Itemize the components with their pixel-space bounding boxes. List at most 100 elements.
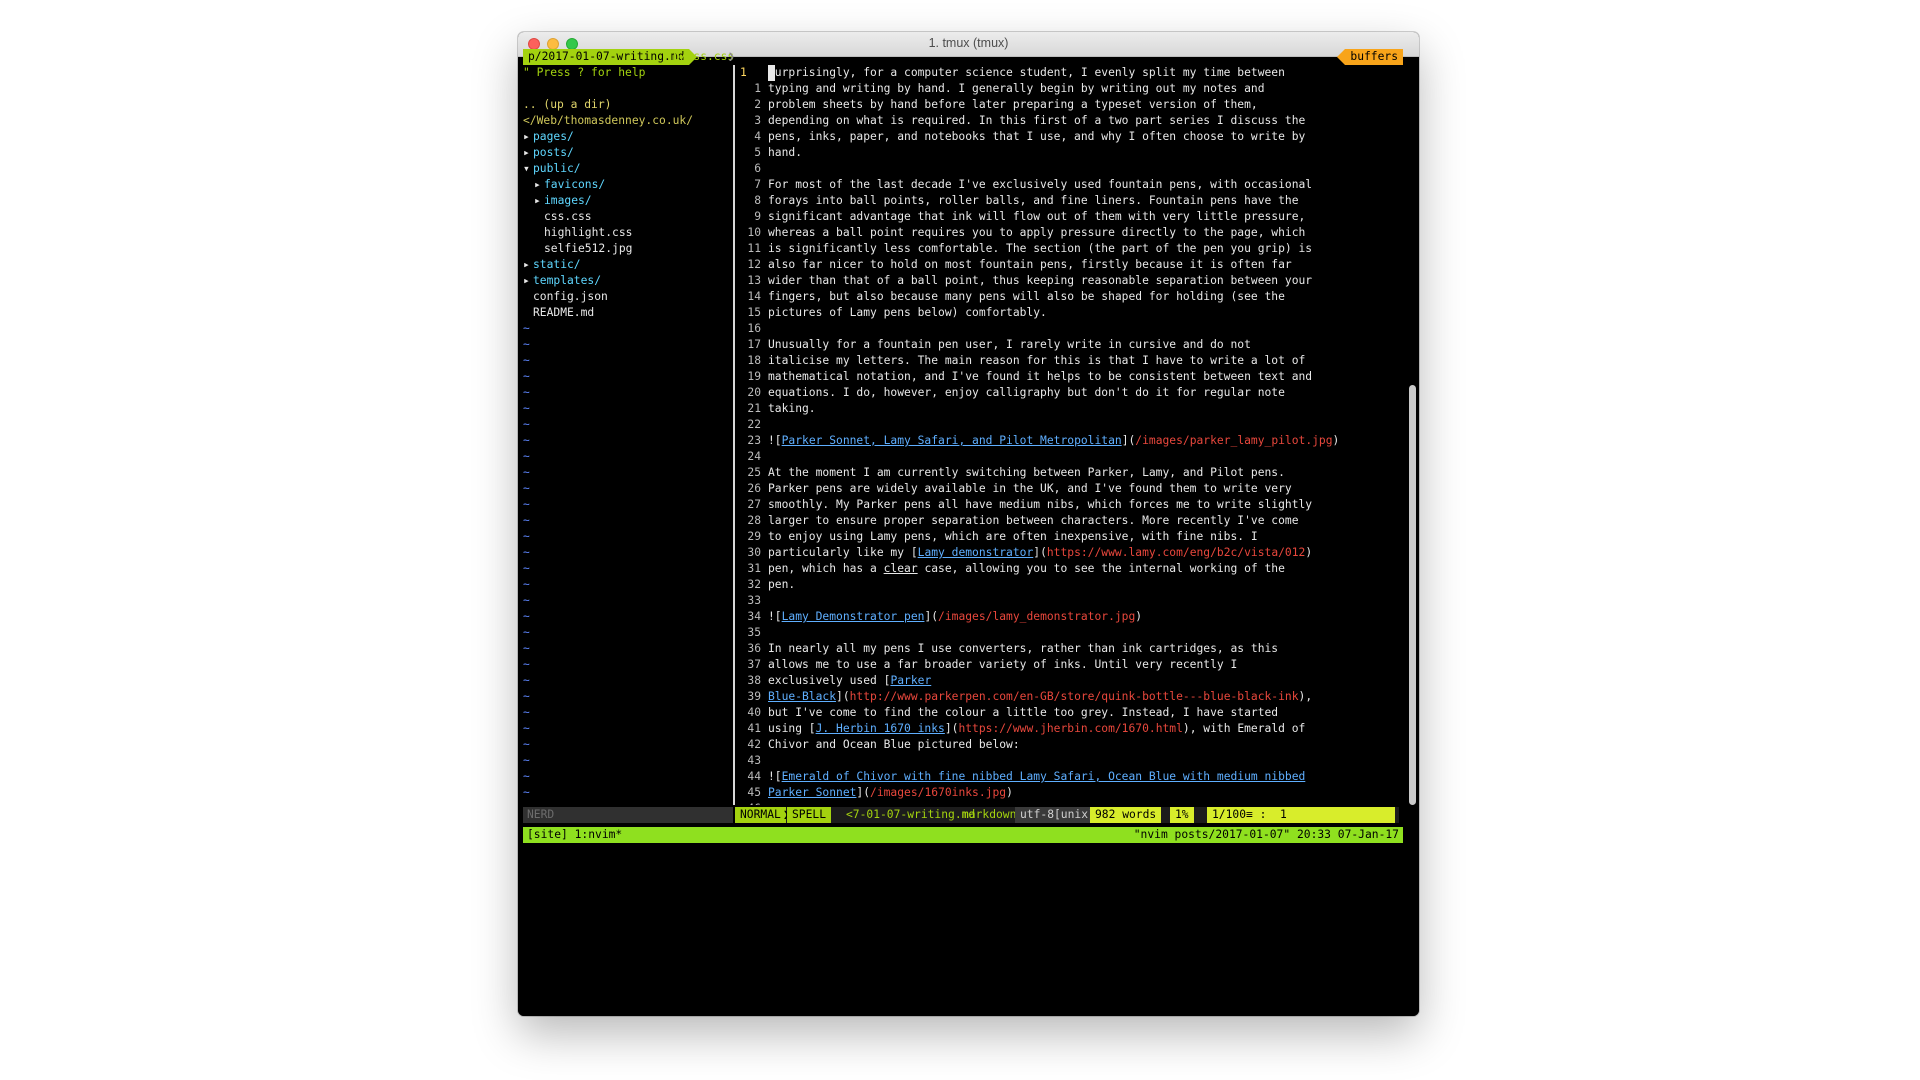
line-number: 28 — [747, 514, 761, 527]
text-line[interactable]: In nearly all my pens I use converters, … — [768, 641, 1278, 657]
markdown-url[interactable]: https://www.jherbin.com/1670.html — [958, 722, 1182, 735]
empty-line-marker: ~ — [523, 562, 530, 575]
text-line[interactable]: ![Emerald of Chivor with fine nibbed Lam… — [768, 769, 1305, 785]
text-line[interactable]: ![Lamy Demonstrator pen](/images/lamy_de… — [768, 609, 1142, 625]
tree-file[interactable]: css.css — [534, 209, 592, 225]
text-line[interactable]: ![Parker Sonnet, Lamy Safari, and Pilot … — [768, 433, 1339, 449]
text-line[interactable]: pictures of Lamy pens below) comfortably… — [768, 305, 1047, 321]
text-line[interactable]: allows me to use a far broader variety o… — [768, 657, 1237, 673]
markdown-link-text[interactable]: Parker — [890, 674, 931, 687]
line-number: 44 — [747, 770, 761, 783]
misspelled-word[interactable]: clear — [884, 562, 918, 575]
terminal-area[interactable]: p/2017-01-07-writing.md p/css.css ❯ buff… — [518, 49, 1419, 1016]
tree-folder[interactable]: ▸ static/ — [523, 257, 581, 273]
text-line[interactable]: exclusively used [Parker — [768, 673, 931, 689]
tree-file[interactable]: selfie512.jpg — [534, 241, 632, 257]
text-line[interactable]: whereas a ball point requires you to app… — [768, 225, 1305, 241]
empty-line-marker: ~ — [523, 402, 530, 415]
markdown-link-text[interactable]: Blue-Black — [768, 690, 836, 703]
text-line[interactable]: is significantly less comfortable. The s… — [768, 241, 1312, 257]
markdown-url[interactable]: /images/parker_lamy_pilot.jpg — [1135, 434, 1332, 447]
text-line[interactable]: Parker Sonnet](/images/1670inks.jpg) — [768, 785, 1013, 801]
text-line[interactable]: typing and writing by hand. I generally … — [768, 81, 1265, 97]
line-number: 45 — [747, 786, 761, 799]
file-tree-pane[interactable]: " Press ? for help .. (up a dir) </Web/tho… — [523, 65, 731, 805]
text-line[interactable]: to enjoy using Lamy pens, which are ofte… — [768, 529, 1258, 545]
markdown-link-text[interactable]: J. Herbin 1670 inks — [816, 722, 945, 735]
line-number: 34 — [747, 610, 761, 623]
line-number: 23 — [747, 434, 761, 447]
text-line[interactable]: Chivor and Ocean Blue pictured below: — [768, 737, 1020, 753]
text-line[interactable]: mathematical notation, and I've found it… — [768, 369, 1312, 385]
scrollbar[interactable] — [1409, 385, 1416, 805]
text-line[interactable]: but I've come to find the colour a littl… — [768, 705, 1278, 721]
text-line[interactable]: fingers, but also because many pens will… — [768, 289, 1285, 305]
tree-folder[interactable]: ▸ templates/ — [523, 273, 601, 289]
text-line[interactable]: pen, which has a clear case, allowing yo… — [768, 561, 1285, 577]
text-line[interactable]: italicise my letters. The main reason fo… — [768, 353, 1305, 369]
markdown-link-text[interactable]: Lamy demonstrator — [918, 546, 1034, 559]
line-number: 46 — [735, 801, 761, 805]
tree-folder[interactable]: ▸ posts/ — [523, 145, 574, 161]
tab-writing-md[interactable]: p/2017-01-07-writing.md — [523, 49, 698, 65]
tree-item-label: css.css — [544, 210, 592, 223]
line-number: 42 — [747, 738, 761, 751]
tree-up-dir[interactable]: .. (up a dir) — [523, 97, 611, 113]
text-line[interactable]: problem sheets by hand before later prep… — [768, 97, 1258, 113]
text-span: Surprisingly, for a computer science stu… — [768, 66, 1285, 79]
text-line[interactable]: For most of the last decade I've exclusi… — [768, 177, 1312, 193]
text-span: ) — [1332, 434, 1340, 447]
tmux-session[interactable]: [site] 1:nvim* — [527, 827, 622, 843]
text-line[interactable]: depending on what is required. In this f… — [768, 113, 1305, 129]
text-line[interactable]: particularly like my [Lamy demonstrator]… — [768, 545, 1312, 561]
markdown-url[interactable]: /images/1670inks.jpg — [870, 786, 1006, 799]
text-line[interactable]: Unusually for a fountain pen user, I rar… — [768, 337, 1251, 353]
text-line[interactable]: using [J. Herbin 1670 inks](https://www.… — [768, 721, 1305, 737]
text-span: ]( — [1121, 434, 1136, 447]
tree-root-path[interactable]: </Web/thomasdenney.co.uk/ — [523, 113, 693, 129]
tree-folder[interactable]: ▸ images/ — [534, 193, 592, 209]
text-line[interactable]: Surprisingly, for a computer science stu… — [768, 65, 1285, 81]
tree-file[interactable]: README.md — [523, 305, 594, 321]
tree-folder[interactable]: ▾ public/ — [523, 161, 581, 177]
text-span: depending on what is required. In this f… — [768, 114, 1306, 127]
tree-item-label: static/ — [533, 258, 581, 271]
spell-indicator: SPELL — [787, 807, 832, 823]
text-line[interactable]: smoothly. My Parker pens all have medium… — [768, 497, 1312, 513]
tree-folder[interactable]: ▸ pages/ — [523, 129, 574, 145]
text-line[interactable]: Blue-Black](http://www.parkerpen.com/en-… — [768, 689, 1312, 705]
editor-pane[interactable]: 1 Surprisingly, for a computer science st… — [735, 65, 1392, 805]
markdown-link-text[interactable]: Parker Sonnet — [768, 786, 856, 799]
tree-file[interactable]: highlight.css — [534, 225, 632, 241]
text-line[interactable]: Parker pens are widely available in the … — [768, 481, 1292, 497]
text-span: using [ — [768, 722, 816, 735]
markdown-link-text[interactable]: Emerald of Chivor with fine nibbed Lamy … — [782, 770, 1306, 783]
empty-line-marker: ~ — [523, 626, 530, 639]
markdown-url[interactable]: http://www.parkerpen.com/en-GB/store/qui… — [850, 690, 1299, 703]
line-number: 26 — [747, 482, 761, 495]
text-line[interactable]: pen. — [768, 577, 795, 593]
markdown-url[interactable]: https://www.lamy.com/eng/b2c/vista/012 — [1047, 546, 1305, 559]
text-line[interactable]: At the moment I am currently switching b… — [768, 465, 1285, 481]
text-line[interactable]: larger to ensure proper separation betwe… — [768, 513, 1299, 529]
text-line[interactable]: significant advantage that ink will flow… — [768, 209, 1305, 225]
text-span: taking. — [768, 402, 816, 415]
text-line[interactable]: also far nicer to hold on most fountain … — [768, 257, 1292, 273]
markdown-link-text[interactable]: Parker Sonnet, Lamy Safari, and Pilot Me… — [782, 434, 1122, 447]
markdown-url[interactable]: /images/lamy_demonstrator.jpg — [938, 610, 1135, 623]
text-span: At the moment I am currently switching b… — [768, 466, 1285, 479]
tree-file[interactable]: config.json — [523, 289, 608, 305]
text-line[interactable]: hand. — [768, 145, 802, 161]
text-line[interactable]: pens, inks, paper, and notebooks that I … — [768, 129, 1305, 145]
text-span: hand. — [768, 146, 803, 159]
text-line[interactable]: forays into ball points, roller balls, a… — [768, 193, 1299, 209]
text-line[interactable]: taking. — [768, 401, 816, 417]
word-count: 982 words — [1090, 807, 1162, 823]
tree-help-text[interactable]: " Press ? for help — [523, 65, 645, 81]
tree-folder[interactable]: ▸ favicons/ — [534, 177, 605, 193]
text-line[interactable]: equations. I do, however, enjoy calligra… — [768, 385, 1285, 401]
markdown-link-text[interactable]: Lamy Demonstrator pen — [782, 610, 925, 623]
terminal-window: 1. tmux (tmux) p/2017-01-07-writing.md p… — [518, 32, 1419, 1016]
tmux-info: "nvim posts/2017-01-07" 20:33 07-Jan-17 — [1133, 828, 1399, 841]
text-line[interactable]: wider than that of a ball point, thus ke… — [768, 273, 1312, 289]
